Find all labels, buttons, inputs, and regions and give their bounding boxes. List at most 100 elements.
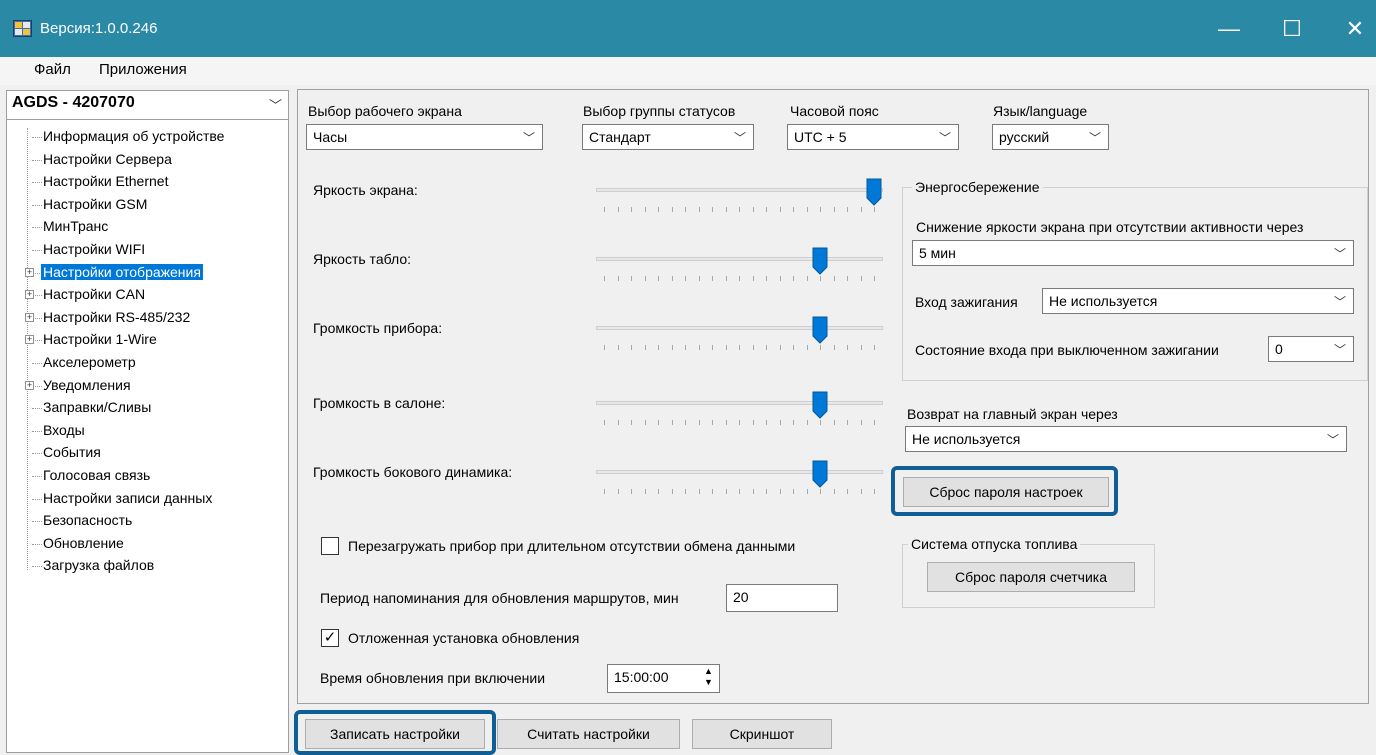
slider-tick bbox=[685, 345, 686, 350]
tree-item-label: Настройки 1-Wire bbox=[43, 331, 157, 348]
slider-tick bbox=[671, 345, 673, 350]
input-state-value: 0 bbox=[1275, 341, 1283, 357]
device-name: AGDS - 4207070 bbox=[12, 94, 135, 111]
write-settings-button[interactable]: Записать настройки bbox=[305, 719, 485, 749]
slider-tick bbox=[820, 489, 821, 494]
ignition-input-label: Вход зажигания bbox=[915, 294, 1018, 310]
slider-track[interactable] bbox=[596, 257, 883, 261]
slider-tick bbox=[847, 420, 848, 425]
slider-thumb[interactable] bbox=[812, 460, 828, 488]
screenshot-button[interactable]: Скриншот bbox=[692, 719, 832, 749]
chevron-down-icon: ﹀ bbox=[938, 131, 951, 145]
slider-tick bbox=[833, 207, 835, 212]
slider-tick bbox=[644, 489, 646, 494]
slider-tick bbox=[874, 207, 875, 212]
maximize-button[interactable]: ☐ bbox=[1269, 0, 1315, 57]
slider-tick bbox=[860, 276, 862, 281]
slider-track[interactable] bbox=[596, 401, 883, 405]
slider-tick bbox=[820, 207, 821, 212]
slider-tick bbox=[617, 345, 619, 350]
read-settings-button[interactable]: Считать настройки bbox=[497, 719, 680, 749]
route-reminder-input[interactable]: 20 bbox=[726, 584, 838, 612]
chevron-down-icon: ﹀ bbox=[1326, 433, 1339, 447]
spinner-icon[interactable]: ▲ ▼ bbox=[704, 666, 713, 688]
tree-item-label: Обновление bbox=[43, 534, 124, 551]
chevron-down-icon[interactable]: ﹀ bbox=[269, 95, 282, 114]
route-reminder-label: Период напоминания для обновления маршру… bbox=[320, 590, 679, 606]
close-button[interactable]: ✕ bbox=[1332, 0, 1376, 57]
screen-select-value: Часы bbox=[313, 129, 348, 145]
slider-tick bbox=[820, 420, 821, 425]
expand-icon[interactable]: + bbox=[25, 335, 34, 345]
menu-applications[interactable]: Приложения bbox=[99, 61, 187, 78]
tree-item-label: Безопасность bbox=[43, 512, 133, 529]
reset-settings-password-button[interactable]: Сброс пароля настроек bbox=[903, 477, 1109, 507]
deferred-update-checkbox[interactable]: ✓ bbox=[321, 629, 339, 647]
slider-tick bbox=[671, 276, 673, 281]
screen-select-label: Выбор рабочего экрана bbox=[308, 103, 462, 119]
slider-tick bbox=[658, 345, 659, 350]
slider-tick bbox=[631, 420, 632, 425]
input-state-select[interactable]: 0 ﹀ bbox=[1268, 336, 1354, 362]
expand-icon[interactable]: + bbox=[25, 312, 34, 322]
timezone-select[interactable]: UTC + 5 ﹀ bbox=[787, 124, 959, 150]
ignition-input-value: Не используется bbox=[1049, 293, 1158, 309]
slider-ticks bbox=[604, 276, 879, 281]
slider-tick bbox=[847, 345, 848, 350]
slider-tick bbox=[833, 276, 835, 281]
slider-tick bbox=[604, 489, 605, 494]
return-home-value: Не используется bbox=[912, 431, 1021, 447]
slider-track[interactable] bbox=[596, 326, 883, 330]
slider-tick bbox=[833, 420, 835, 425]
slider-tick bbox=[860, 420, 862, 425]
tree-item-label: МинТранс bbox=[43, 218, 109, 235]
slider-track[interactable] bbox=[596, 470, 883, 474]
language-label: Язык/language bbox=[993, 103, 1088, 119]
slider-thumb[interactable] bbox=[866, 178, 882, 206]
expand-icon[interactable]: + bbox=[25, 380, 34, 390]
slider-tick bbox=[685, 420, 686, 425]
tree-item-label: Настройки отображения bbox=[41, 263, 203, 280]
slider-tick bbox=[766, 345, 767, 350]
slider-tick bbox=[698, 420, 700, 425]
return-home-select[interactable]: Не используется ﹀ bbox=[905, 426, 1347, 452]
slider-tick bbox=[793, 207, 794, 212]
slider-tick bbox=[874, 345, 875, 350]
slider-tick bbox=[739, 345, 740, 350]
tree-item-label: Информация об устройстве bbox=[43, 128, 225, 144]
slider-thumb[interactable] bbox=[812, 391, 828, 419]
language-select[interactable]: русский ﹀ bbox=[992, 124, 1109, 150]
tree-item-label: Настройки записи данных bbox=[43, 489, 213, 506]
slider-tick bbox=[685, 276, 686, 281]
expand-icon[interactable]: + bbox=[25, 267, 34, 277]
slider-tick bbox=[874, 276, 875, 281]
slider-tick bbox=[712, 345, 713, 350]
slider-tick bbox=[752, 420, 754, 425]
slider-tick bbox=[604, 420, 605, 425]
slider-thumb[interactable] bbox=[812, 247, 828, 275]
slider-ticks bbox=[604, 420, 879, 425]
slider-thumb[interactable] bbox=[812, 316, 828, 344]
tree-item-label: Настройки GSM bbox=[43, 195, 148, 212]
minimize-button[interactable]: — bbox=[1206, 0, 1252, 57]
update-time-label: Время обновления при включении bbox=[320, 670, 546, 686]
dim-screen-select[interactable]: 5 мин ﹀ bbox=[912, 240, 1354, 266]
menu-file[interactable]: Файл bbox=[34, 61, 71, 78]
slider-tick bbox=[779, 345, 781, 350]
ignition-input-select[interactable]: Не используется ﹀ bbox=[1042, 288, 1354, 314]
slider-tick bbox=[725, 420, 727, 425]
chevron-down-icon: ﹀ bbox=[1333, 247, 1346, 261]
expand-icon[interactable]: + bbox=[25, 290, 34, 300]
window-title: Версия:1.0.0.246 bbox=[40, 20, 158, 37]
slider-track[interactable] bbox=[596, 188, 883, 192]
slider-tick bbox=[698, 489, 700, 494]
slider-tick bbox=[766, 420, 767, 425]
reboot-checkbox-label: Перезагружать прибор при длительном отсу… bbox=[348, 538, 796, 554]
reboot-checkbox[interactable] bbox=[321, 537, 339, 555]
slider-tick bbox=[752, 345, 754, 350]
reset-counter-password-button[interactable]: Сброс пароля счетчика bbox=[927, 562, 1135, 592]
slider-tick bbox=[752, 489, 754, 494]
status-group-select[interactable]: Стандарт ﹀ bbox=[582, 124, 754, 150]
slider-ticks bbox=[604, 207, 879, 212]
screen-select[interactable]: Часы ﹀ bbox=[306, 124, 543, 150]
